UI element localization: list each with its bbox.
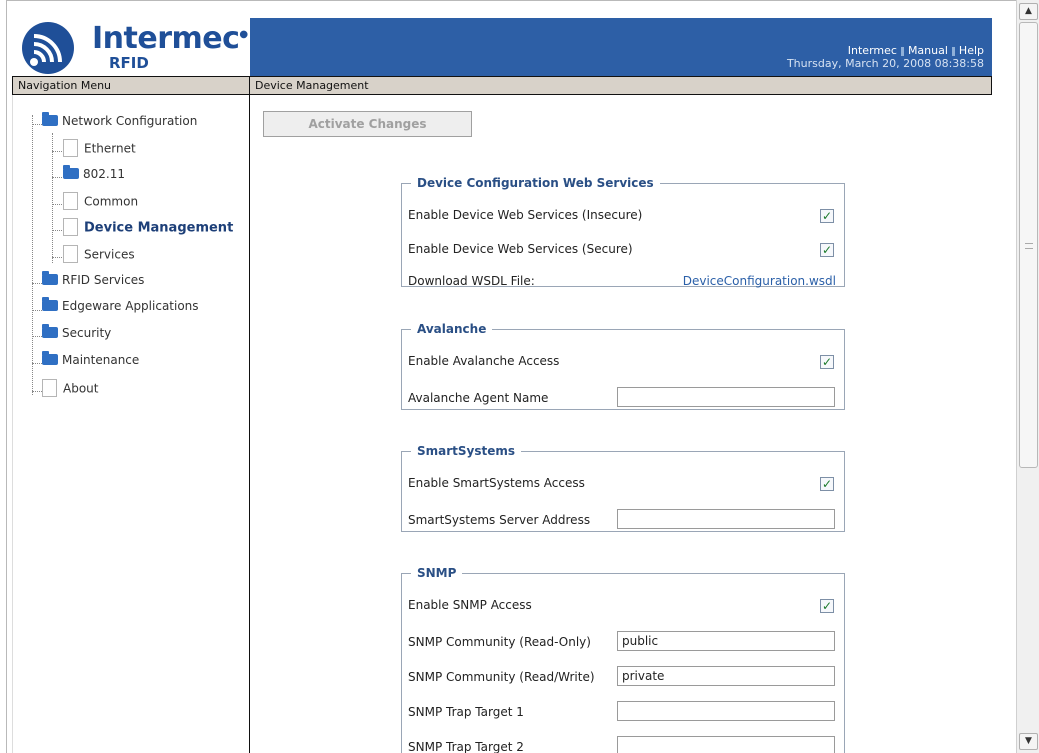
tree-branch	[52, 204, 62, 205]
smartsystems-server-input[interactable]	[617, 509, 835, 529]
rfid-waves-icon	[22, 22, 74, 74]
separator	[900, 46, 904, 56]
group-legend: SmartSystems	[417, 444, 516, 458]
navigation-panel: Network Configuration Ethernet 802.11 Co…	[12, 95, 250, 753]
nav-item-services[interactable]: Services	[63, 245, 135, 268]
tree-line	[32, 115, 33, 395]
page-icon	[63, 192, 78, 210]
folder-icon	[42, 112, 58, 126]
tree-branch	[52, 257, 62, 258]
secure-services-label: Enable Device Web Services (Secure)	[408, 242, 633, 256]
group-legend: Avalanche	[417, 322, 487, 336]
folder-icon	[42, 297, 58, 311]
registered-mark: ●	[239, 29, 248, 40]
page-icon	[63, 218, 78, 236]
snmp-readwrite-label: SNMP Community (Read/Write)	[408, 670, 595, 684]
tree-branch	[32, 283, 42, 284]
device-config-web-services-group: Device Configuration Web Services Enable…	[401, 176, 845, 288]
tree-branch	[52, 230, 62, 231]
insecure-services-label: Enable Device Web Services (Insecure)	[408, 208, 643, 222]
nav-item-rfid-services[interactable]: RFID Services	[42, 271, 144, 295]
snmp-readwrite-input[interactable]	[617, 666, 835, 686]
avalanche-access-checkbox[interactable]: ✓	[820, 355, 834, 369]
tree-branch	[32, 391, 42, 392]
snmp-group: SNMP Enable SNMP Access ✓ SNMP Community…	[401, 566, 845, 753]
folder-icon	[42, 324, 58, 338]
tree-branch	[32, 310, 42, 311]
tree-line	[52, 133, 53, 263]
nav-item-common[interactable]: Common	[63, 192, 138, 215]
brand-name: Intermec●	[92, 21, 248, 56]
smartsystems-server-label: SmartSystems Server Address	[408, 513, 591, 527]
nav-item-device-management[interactable]: Device Management	[63, 218, 233, 241]
scroll-down-button[interactable]: ▼	[1019, 733, 1038, 750]
wsdl-label: Download WSDL File:	[408, 274, 535, 288]
group-legend: Device Configuration Web Services	[417, 176, 654, 190]
wsdl-download-link[interactable]: DeviceConfiguration.wsdl	[683, 274, 836, 288]
tree-branch	[32, 124, 42, 125]
smartsystems-access-checkbox[interactable]: ✓	[820, 477, 834, 491]
nav-item-security[interactable]: Security	[42, 324, 111, 348]
avalanche-access-label: Enable Avalanche Access	[408, 354, 560, 368]
smartsystems-access-label: Enable SmartSystems Access	[408, 476, 585, 490]
header-links: Intermec Manual Help	[848, 44, 984, 57]
nav-item-network-configuration[interactable]: Network Configuration	[42, 112, 197, 136]
separator	[951, 46, 955, 56]
smartsystems-group: SmartSystems Enable SmartSystems Access …	[401, 444, 845, 532]
folder-icon	[42, 351, 58, 365]
secure-services-checkbox[interactable]: ✓	[820, 243, 834, 257]
tree-branch	[32, 336, 42, 337]
page-icon	[63, 245, 78, 263]
navigation-menu-bar: Navigation Menu	[12, 76, 250, 95]
tree-branch	[32, 363, 42, 364]
logo: Intermec● RFID	[12, 18, 250, 76]
brand-subtitle: RFID	[109, 54, 149, 72]
nav-item-ethernet[interactable]: Ethernet	[63, 139, 136, 162]
browser-viewport: Intermec● RFID Intermec Manual Help Thursd…	[0, 0, 1016, 753]
nav-item-maintenance[interactable]: Maintenance	[42, 351, 139, 375]
snmp-readonly-input[interactable]	[617, 631, 835, 651]
intermec-link[interactable]: Intermec	[848, 44, 897, 57]
insecure-services-checkbox[interactable]: ✓	[820, 209, 834, 223]
nav-item-802-11[interactable]: 802.11	[63, 165, 125, 189]
vertical-scrollbar[interactable]: ▲ ▼	[1016, 0, 1039, 753]
snmp-readonly-label: SNMP Community (Read-Only)	[408, 635, 591, 649]
snmp-trap2-label: SNMP Trap Target 2	[408, 740, 524, 753]
tree-branch	[52, 151, 62, 152]
scrollbar-thumb[interactable]	[1019, 22, 1038, 468]
folder-icon	[42, 271, 58, 285]
avalanche-agent-label: Avalanche Agent Name	[408, 391, 549, 405]
snmp-trap1-input[interactable]	[617, 701, 835, 721]
header-banner: Intermec● RFID Intermec Manual Help Thursd…	[12, 18, 992, 76]
nav-item-about[interactable]: About	[42, 379, 98, 402]
manual-link[interactable]: Manual	[908, 44, 948, 57]
activate-changes-button[interactable]: Activate Changes	[263, 111, 472, 137]
nav-item-edgeware-applications[interactable]: Edgeware Applications	[42, 297, 199, 321]
grip-icon	[1025, 243, 1033, 249]
scroll-up-button[interactable]: ▲	[1019, 3, 1038, 20]
content-title-bar: Device Management	[250, 76, 992, 95]
snmp-access-label: Enable SNMP Access	[408, 598, 532, 612]
snmp-trap2-input[interactable]	[617, 736, 835, 753]
avalanche-group: Avalanche Enable Avalanche Access ✓ Aval…	[401, 322, 845, 410]
header-datetime: Thursday, March 20, 2008 08:38:58	[786, 57, 984, 70]
avalanche-agent-input[interactable]	[617, 387, 835, 407]
help-link[interactable]: Help	[959, 44, 984, 57]
group-legend: SNMP	[417, 566, 457, 580]
page-icon	[63, 139, 78, 157]
folder-icon	[63, 165, 79, 179]
page-icon	[42, 379, 57, 397]
snmp-trap1-label: SNMP Trap Target 1	[408, 705, 524, 719]
snmp-access-checkbox[interactable]: ✓	[820, 599, 834, 613]
tree-branch	[52, 177, 62, 178]
